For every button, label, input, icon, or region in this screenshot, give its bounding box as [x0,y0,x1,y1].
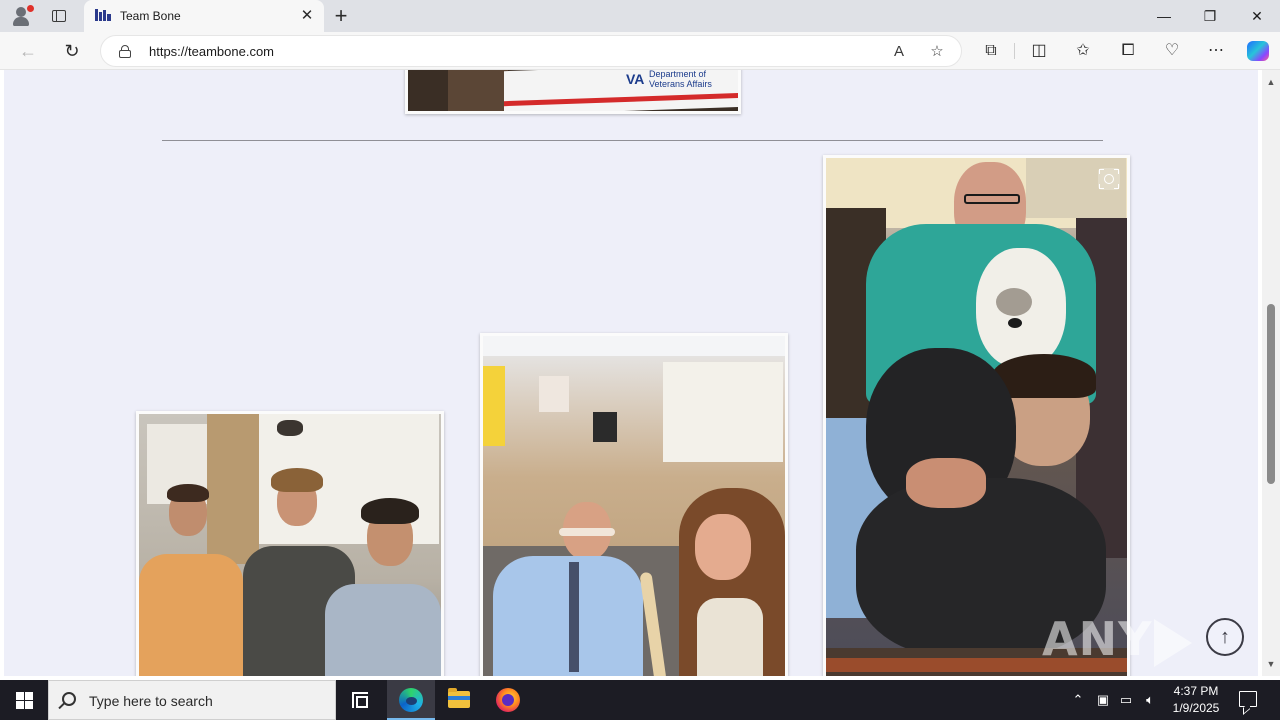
favorite-star-icon[interactable]: ☆ [927,42,947,62]
taskbar-edge-button[interactable] [387,680,435,720]
va-logo: VA [626,71,645,87]
clock-time: 4:37 PM [1173,684,1219,698]
va-sign-line1: Department of [649,70,707,79]
tab-close-icon[interactable]: ✕ [299,8,315,24]
refresh-icon[interactable]: ↻ [61,40,83,62]
scrollbar-thumb[interactable] [1267,304,1275,484]
taskbar-search-box[interactable]: Type here to search [48,680,336,720]
taskbar-firefox-button[interactable] [484,680,532,720]
windows-taskbar: Type here to search ⌃ ▣ ▭ 🔈︎ 4:37 PM 1/9… [0,680,1280,720]
photo-man-and-student-with-bone [480,333,788,676]
extensions-icon[interactable]: ⧉ [980,40,1002,62]
page-viewport: VA Department of Veterans Affairs ANY ↑ [0,70,1262,676]
clock-date: 1/9/2025 [1172,701,1220,715]
copilot-icon[interactable] [1247,41,1269,61]
lock-icon[interactable] [119,45,131,58]
site-favicon-icon [95,9,111,21]
start-button[interactable] [0,680,48,720]
close-window-button[interactable]: ✕ [1234,0,1280,32]
address-bar[interactable]: https://teambone.com A ☆ [100,35,962,67]
title-bar: Team Bone ✕ + — ❐ ✕ [0,0,1280,33]
section-divider [162,140,1103,141]
profile-icon[interactable] [10,5,34,27]
volume-icon[interactable]: 🔈︎ [1141,691,1159,709]
firefox-icon [496,688,520,712]
page-scrollbar[interactable]: ▲ ▼ [1262,70,1280,676]
page-content: VA Department of Veterans Affairs ANY ↑ [4,70,1258,676]
maximize-button[interactable]: ❐ [1187,0,1233,32]
tab-team-bone[interactable]: Team Bone ✕ [84,0,324,33]
url-text[interactable]: https://teambone.com [149,44,274,59]
browser-toolbar: ← ↻ https://teambone.com A ☆ ⧉ ◫ ✩ ⧠ ♡ ⋯ [0,32,1280,70]
photo-three-students [136,411,444,676]
read-aloud-icon[interactable]: A [889,42,909,62]
scroll-to-top-button[interactable]: ↑ [1206,618,1244,656]
task-view-button[interactable] [336,680,384,720]
browser-essentials-icon[interactable]: ♡ [1161,40,1183,62]
minimize-button[interactable]: — [1141,0,1187,32]
tab-actions-icon[interactable] [50,7,68,25]
taskbar-file-explorer-button[interactable] [435,680,483,720]
arrow-up-icon: ↑ [1220,626,1230,648]
tray-device-icon[interactable]: ▣ [1094,691,1112,709]
collections-icon[interactable]: ⧠ [1117,40,1139,62]
split-screen-icon[interactable]: ◫ [1028,40,1050,62]
back-arrow-icon[interactable]: ← [17,40,39,62]
scroll-down-arrow-icon[interactable]: ▼ [1265,658,1277,670]
more-menu-icon[interactable]: ⋯ [1205,40,1227,62]
taskbar-clock[interactable]: 4:37 PM 1/9/2025 [1164,683,1228,717]
visual-search-icon[interactable] [1098,168,1120,190]
notification-icon[interactable] [1239,691,1257,707]
photo-va-sign: VA Department of Veterans Affairs [405,70,741,114]
search-placeholder: Type here to search [89,693,213,709]
va-sign-line2: Veterans Affairs [649,79,712,89]
tab-title: Team Bone [120,9,181,23]
new-tab-button[interactable]: + [331,5,351,27]
search-icon [62,692,76,706]
scroll-up-arrow-icon[interactable]: ▲ [1265,76,1277,88]
favorites-icon[interactable]: ✩ [1072,40,1094,62]
network-icon[interactable]: ▭ [1117,691,1135,709]
tray-chevron-up-icon[interactable]: ⌃ [1069,691,1087,709]
folder-icon [448,688,470,708]
task-view-icon [352,692,368,708]
photo-man-with-dogs [823,155,1130,676]
edge-icon [399,688,423,712]
